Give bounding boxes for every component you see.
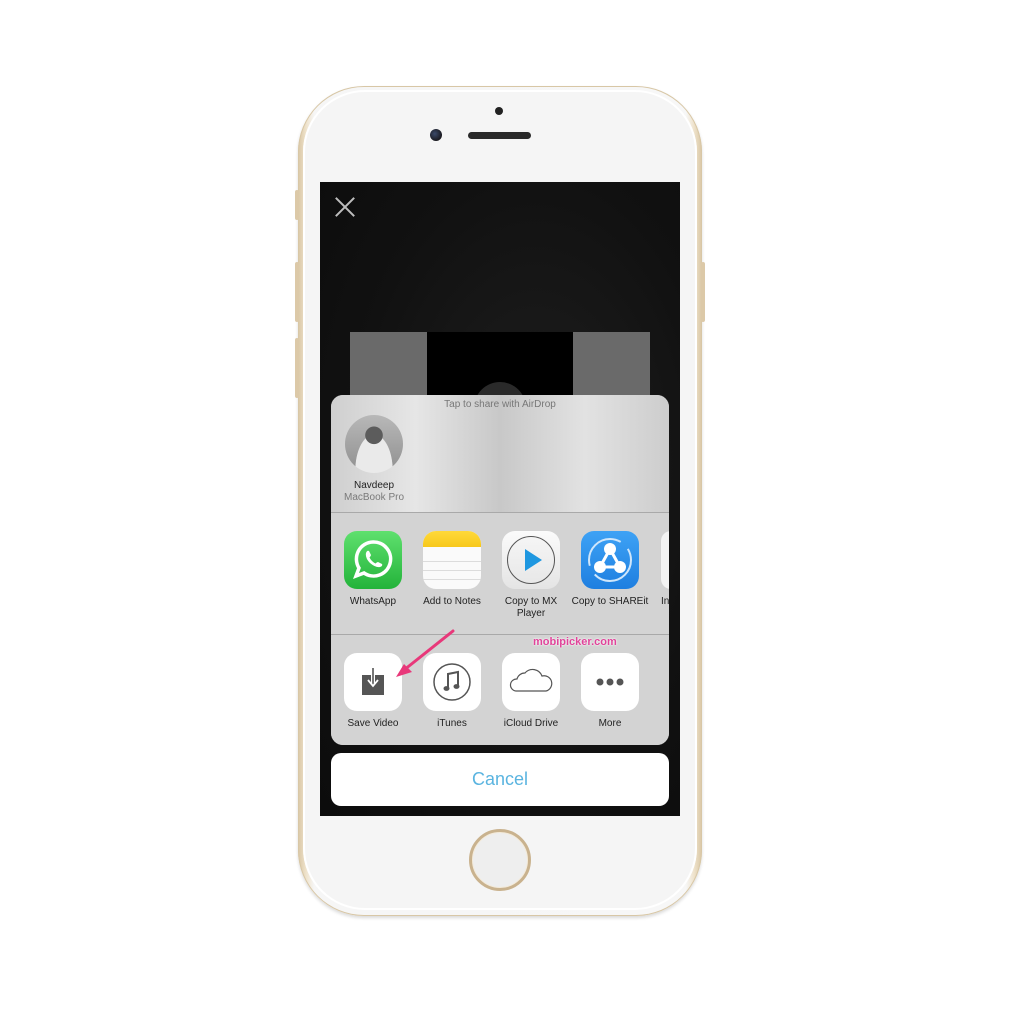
airdrop-section: Tap to share with AirDrop Navdeep MacBoo… xyxy=(331,395,669,512)
icloud-icon xyxy=(502,653,560,711)
action-row: Save Video iTunes iCloud Drive More xyxy=(331,635,669,745)
power-button xyxy=(701,262,705,322)
action-icloud-drive[interactable]: iCloud Drive xyxy=(491,653,571,730)
watermark: mobipicker.com xyxy=(533,636,617,648)
action-label: Save Video xyxy=(347,718,399,729)
app-label: Copy to SHAREit xyxy=(571,596,649,607)
contact-name: Navdeep xyxy=(353,480,395,491)
more-dots-icon xyxy=(581,653,639,711)
annotation-arrow xyxy=(396,629,455,677)
app-label: Copy to MX Player xyxy=(504,596,558,619)
cancel-button[interactable]: Cancel xyxy=(331,753,669,806)
front-camera xyxy=(430,129,442,141)
share-app-partial[interactable]: In xyxy=(649,531,669,608)
earpiece-speaker xyxy=(468,132,531,139)
shareit-icon xyxy=(581,531,639,589)
share-app-whatsapp[interactable]: WhatsApp xyxy=(333,531,413,608)
action-label: iCloud Drive xyxy=(503,718,559,729)
mx-player-icon xyxy=(502,531,560,589)
volume-up-button xyxy=(295,262,299,322)
phone-screen: Tap to share with AirDrop Navdeep MacBoo… xyxy=(320,182,680,816)
close-x-icon[interactable] xyxy=(334,196,356,218)
partial-app-icon xyxy=(661,531,669,589)
proximity-sensor xyxy=(495,107,503,115)
video-preview xyxy=(427,332,573,402)
app-label: WhatsApp xyxy=(349,596,397,607)
app-label: In xyxy=(661,596,669,607)
volume-down-button xyxy=(295,338,299,398)
airdrop-contact[interactable]: Navdeep MacBook Pro xyxy=(331,395,417,512)
action-label: iTunes xyxy=(437,718,467,729)
notes-icon xyxy=(423,531,481,589)
action-label: More xyxy=(598,718,622,729)
action-more[interactable]: More xyxy=(570,653,650,730)
video-thumbnail-right xyxy=(573,332,650,402)
share-app-shareit[interactable]: Copy to SHAREit xyxy=(570,531,650,608)
share-sheet: Tap to share with AirDrop Navdeep MacBoo… xyxy=(331,395,669,745)
home-button[interactable] xyxy=(469,829,531,891)
avatar xyxy=(345,415,403,473)
share-app-mx-player[interactable]: Copy to MX Player xyxy=(491,531,571,620)
app-label: Add to Notes xyxy=(423,596,481,607)
whatsapp-icon xyxy=(344,531,402,589)
contact-device: MacBook Pro xyxy=(343,492,405,503)
notes-lines xyxy=(423,553,481,587)
video-thumbnail-left xyxy=(350,332,427,402)
app-row: WhatsApp Add to Notes Copy to MX Player xyxy=(331,513,669,630)
share-app-notes[interactable]: Add to Notes xyxy=(412,531,492,608)
mute-switch xyxy=(295,190,299,220)
play-triangle-icon xyxy=(525,549,542,571)
